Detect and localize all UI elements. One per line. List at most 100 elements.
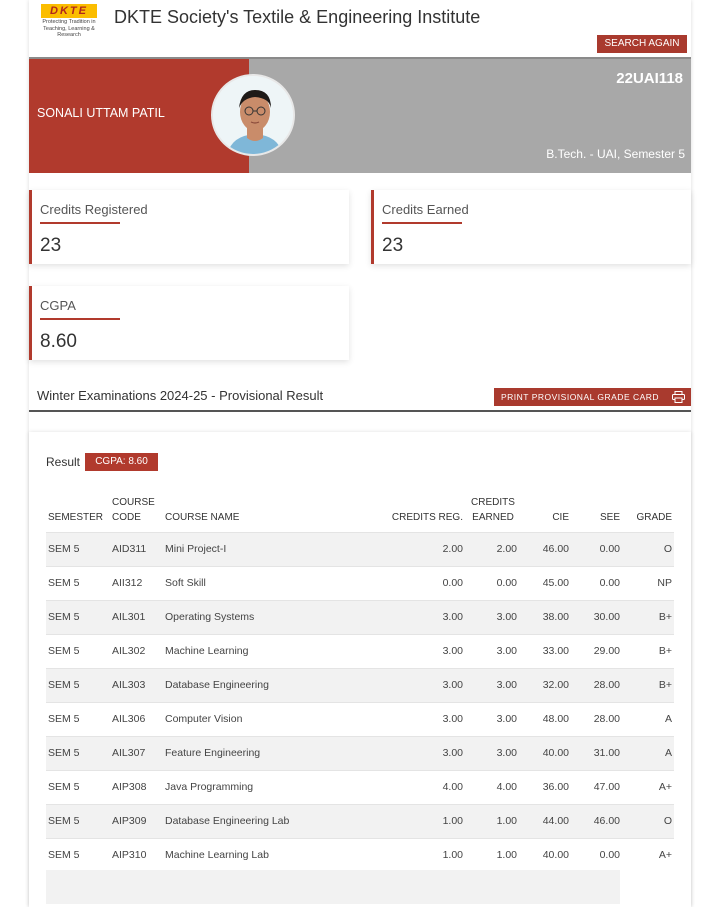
table-row: SEM 5 AIL306 Computer Vision 3.00 3.00 48.00 2… (46, 701, 674, 736)
cell-see: 47.00 (569, 769, 620, 804)
cell-semester: SEM 5 (46, 769, 112, 804)
credits-registered-label: Credits Registered (40, 202, 148, 217)
cell-credits-earned: 3.00 (463, 667, 517, 702)
cell-cie: 48.00 (517, 701, 569, 736)
cell-course-code: AIL307 (112, 735, 165, 770)
cell-credits-reg: 0.00 (351, 565, 463, 600)
institute-title: DKTE Society's Textile & Engineering Ins… (114, 7, 481, 27)
credits-earned-label: Credits Earned (382, 202, 469, 217)
results-table: SEMESTER COURSE CODE COURSE NAME CREDITS … (46, 490, 674, 872)
cell-credits-earned: 3.00 (463, 633, 517, 668)
cell-semester: SEM 5 (46, 837, 112, 872)
print-button-label: PRINT PROVISIONAL GRADE CARD (501, 392, 660, 402)
cell-credits-earned: 1.00 (463, 837, 517, 872)
card-underline (40, 222, 120, 224)
cell-cie: 44.00 (517, 803, 569, 838)
cell-course-code: AIP308 (112, 769, 165, 804)
col-semester: SEMESTER (48, 511, 104, 523)
results-table-body: SEM 5 AID311 Mini Project-I 2.00 2.00 46.00 0.… (46, 531, 674, 872)
cell-semester: SEM 5 (46, 531, 112, 566)
avatar-portrait-icon (213, 76, 293, 154)
cell-course-name: Soft Skill (165, 565, 351, 600)
cell-semester: SEM 5 (46, 565, 112, 600)
cell-course-code: AIL301 (112, 599, 165, 634)
cell-see: 0.00 (569, 531, 620, 566)
cell-grade: B+ (620, 599, 674, 634)
cell-course-code: AII312 (112, 565, 165, 600)
cell-see: 31.00 (569, 735, 620, 770)
credits-earned-card: Credits Earned 23 (371, 190, 691, 264)
col-course-code: COURSE CODE (112, 496, 155, 523)
cell-course-code: AIL306 (112, 701, 165, 736)
roll-number: 22UAI118 (616, 70, 683, 87)
table-header-row: SEMESTER COURSE CODE COURSE NAME CREDITS … (46, 490, 674, 532)
section-divider (29, 410, 691, 412)
table-row: SEM 5 AIL303 Database Engineering 3.00 3.00 3… (46, 667, 674, 702)
cell-credits-earned: 3.00 (463, 599, 517, 634)
cell-course-name: Database Engineering Lab (165, 803, 351, 838)
cell-see: 29.00 (569, 633, 620, 668)
col-course-name: COURSE NAME (165, 511, 240, 523)
search-again-button[interactable]: SEARCH AGAIN (597, 35, 687, 53)
cell-grade: B+ (620, 633, 674, 668)
student-photo (211, 74, 295, 156)
cell-grade: A (620, 735, 674, 770)
print-grade-card-button[interactable]: PRINT PROVISIONAL GRADE CARD (494, 388, 691, 406)
cell-cie: 40.00 (517, 837, 569, 872)
exam-section-title: Winter Examinations 2024-25 - Provisiona… (37, 388, 324, 403)
cell-course-code: AIP309 (112, 803, 165, 838)
credits-registered-value: 23 (40, 235, 62, 256)
cell-cie: 38.00 (517, 599, 569, 634)
dkte-logo: DKTE Protecting Tradition in Teaching, L… (33, 4, 105, 38)
cell-see: 28.00 (569, 701, 620, 736)
table-row: SEM 5 AIL307 Feature Engineering 3.00 3.00 40… (46, 735, 674, 770)
cell-see: 28.00 (569, 667, 620, 702)
cell-credits-earned: 0.00 (463, 565, 517, 600)
printer-icon (672, 391, 685, 403)
cell-credits-reg: 1.00 (351, 837, 463, 872)
cell-see: 46.00 (569, 803, 620, 838)
cell-credits-reg: 3.00 (351, 701, 463, 736)
logo-tagline: Protecting Tradition in Teaching, Learni… (42, 19, 96, 38)
cell-credits-earned: 3.00 (463, 701, 517, 736)
cell-credits-earned: 1.00 (463, 803, 517, 838)
cell-credits-reg: 4.00 (351, 769, 463, 804)
cell-grade: A+ (620, 769, 674, 804)
result-label: Result (46, 455, 81, 469)
cell-semester: SEM 5 (46, 701, 112, 736)
credits-earned-value: 23 (382, 235, 404, 256)
cell-semester: SEM 5 (46, 803, 112, 838)
cell-credits-earned: 4.00 (463, 769, 517, 804)
cell-cie: 40.00 (517, 735, 569, 770)
cell-grade: O (620, 803, 674, 838)
cell-semester: SEM 5 (46, 667, 112, 702)
cell-cie: 32.00 (517, 667, 569, 702)
cell-course-code: AID311 (112, 531, 165, 566)
table-row: SEM 5 AID311 Mini Project-I 2.00 2.00 46.00 0.… (46, 531, 674, 566)
cell-course-name: Database Engineering (165, 667, 351, 702)
cell-course-code: AIP310 (112, 837, 165, 872)
table-row: SEM 5 AIL302 Machine Learning 3.00 3.00 33.00… (46, 633, 674, 668)
table-row: SEM 5 AIP309 Database Engineering Lab 1.00 1… (46, 803, 674, 838)
cell-credits-earned: 2.00 (463, 531, 517, 566)
table-row: SEM 5 AIP308 Java Programming 4.00 4.00 36.00… (46, 769, 674, 804)
cell-grade: NP (620, 565, 674, 600)
cell-course-name: Computer Vision (165, 701, 351, 736)
cgpa-card: CGPA 8.60 (29, 286, 349, 360)
cell-cie: 46.00 (517, 531, 569, 566)
cell-see: 0.00 (569, 837, 620, 872)
logo-text: DKTE (41, 4, 97, 18)
table-row: SEM 5 AIP310 Machine Learning Lab 1.00 1.00 4… (46, 837, 674, 872)
cell-course-name: Machine Learning (165, 633, 351, 668)
cell-credits-reg: 3.00 (351, 599, 463, 634)
col-grade: GRADE (636, 511, 672, 523)
footer-row-tail (620, 870, 674, 904)
col-see: SEE (599, 511, 620, 523)
card-underline (382, 222, 462, 224)
cell-credits-earned: 3.00 (463, 735, 517, 770)
cell-credits-reg: 1.00 (351, 803, 463, 838)
cell-cie: 33.00 (517, 633, 569, 668)
card-underline (40, 318, 120, 320)
cell-semester: SEM 5 (46, 633, 112, 668)
cell-credits-reg: 3.00 (351, 735, 463, 770)
